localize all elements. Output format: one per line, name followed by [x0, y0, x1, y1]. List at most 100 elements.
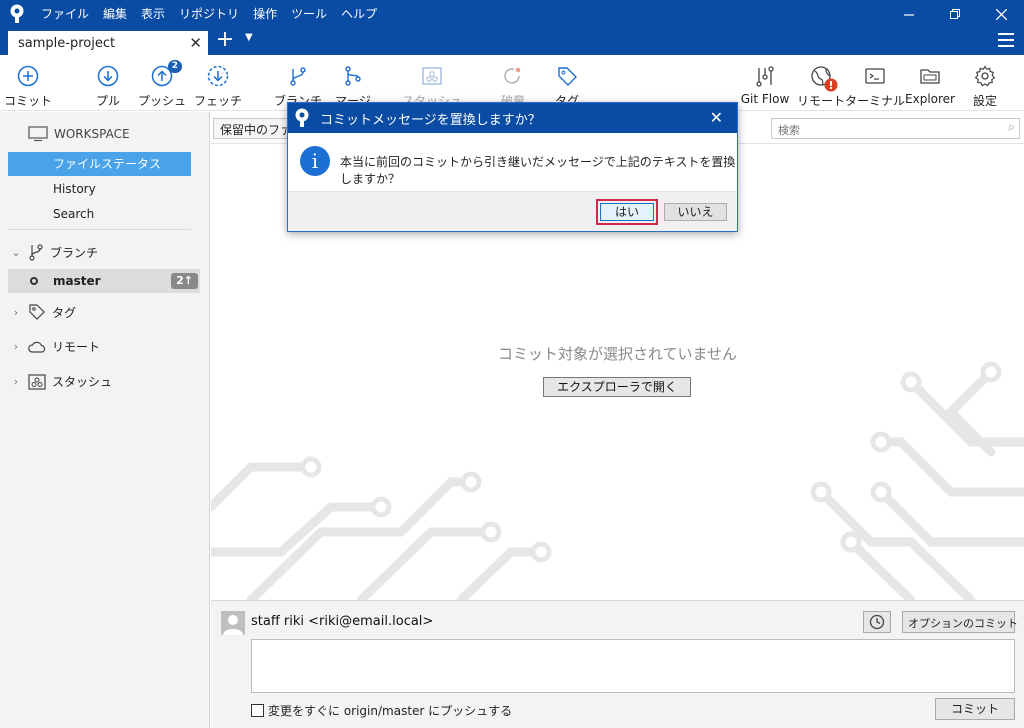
terminal-label: ターミナル: [845, 94, 906, 108]
terminal-button[interactable]: ターミナル: [845, 63, 905, 109]
commit-submit-button[interactable]: コミット: [935, 698, 1015, 720]
pull-icon: [95, 63, 121, 89]
commit-options-dropdown[interactable]: オプションのコミット ⌄: [902, 611, 1024, 633]
tab-title: sample-project: [18, 35, 116, 51]
push-count-badge: 2: [167, 60, 182, 73]
branch-item-master[interactable]: master 2↑: [8, 269, 200, 293]
dialog-close-icon[interactable]: ✕: [710, 108, 723, 127]
push-immediately-label: 変更をすぐに origin/master にプッシュする: [268, 704, 513, 718]
title-bar: ファイル 編集 表示 リポジトリ 操作 ツール ヘルプ: [0, 0, 1024, 28]
explorer-button[interactable]: Explorer: [905, 63, 955, 109]
gitflow-label: Git Flow: [740, 92, 790, 106]
stash-icon: [28, 373, 46, 390]
pull-label: プル: [95, 94, 120, 108]
info-icon: i: [300, 146, 330, 176]
commit-button[interactable]: コミット: [4, 63, 52, 109]
tags-label: タグ: [52, 305, 77, 320]
stash-icon: [419, 63, 445, 89]
menu-bar: ファイル 編集 表示 リポジトリ 操作 ツール ヘルプ: [34, 0, 384, 28]
push-label: プッシュ: [138, 94, 187, 108]
menu-repository[interactable]: リポジトリ: [172, 0, 246, 28]
sourcetree-logo-icon: [0, 0, 34, 28]
search-input[interactable]: 検索 ⌕: [771, 118, 1020, 139]
menu-file[interactable]: ファイル: [34, 0, 96, 28]
tab-close-icon[interactable]: ✕: [189, 34, 202, 52]
remote-label: リモート: [797, 94, 846, 108]
tab-repository[interactable]: sample-project ✕: [8, 31, 208, 55]
sidebar-group-branches[interactable]: ⌄ ブランチ: [10, 243, 98, 261]
branch-icon: [285, 63, 311, 89]
push-icon: 2: [149, 60, 182, 89]
dialog-title: コミットメッセージを置換しますか？: [320, 112, 541, 128]
gear-icon: [972, 63, 998, 89]
chevron-right-icon: ›: [13, 340, 19, 353]
gitflow-button[interactable]: Git Flow: [740, 63, 790, 109]
settings-button[interactable]: 設定: [970, 63, 1000, 109]
ahead-count-badge: 2↑: [171, 273, 198, 289]
search-icon: ⌕: [1007, 120, 1015, 135]
tab-bar: sample-project ✕ + ▼: [0, 28, 1024, 55]
gitflow-icon: [752, 63, 778, 89]
alert-icon: [824, 78, 838, 92]
new-tab-icon[interactable]: +: [214, 29, 236, 53]
sidebar-item-search[interactable]: Search: [8, 202, 191, 226]
avatar: [221, 611, 245, 635]
globe-icon: [808, 63, 838, 92]
tag-icon: [29, 304, 45, 320]
tag-icon: [554, 63, 580, 89]
sidebar-item-history[interactable]: History: [8, 177, 191, 201]
fetch-icon: [205, 63, 231, 89]
dialog-body: i 本当に前回のコミットから引き継いだメッセージで上記のテキストを置換しますか？: [288, 133, 737, 191]
window-controls: [886, 0, 1024, 28]
push-immediately-option[interactable]: 変更をすぐに origin/master にプッシュする: [251, 702, 512, 719]
no-button[interactable]: いいえ: [664, 203, 727, 221]
open-in-explorer-button[interactable]: エクスプローラで開く: [543, 377, 691, 397]
current-branch-icon: [30, 277, 38, 285]
yes-button[interactable]: はい: [600, 203, 654, 221]
menu-tools[interactable]: ツール: [284, 0, 334, 28]
chevron-down-icon: ⌄: [11, 245, 21, 259]
fetch-button[interactable]: フェッチ: [194, 63, 242, 109]
push-immediately-checkbox[interactable]: [251, 704, 264, 717]
remotes-label: リモート: [52, 340, 101, 354]
sidebar-item-file-status[interactable]: ファイルステータス: [8, 152, 191, 176]
commit-author: staff riki <riki@email.local>: [251, 614, 434, 629]
commit-history-button[interactable]: [863, 611, 891, 633]
close-window-icon[interactable]: [978, 0, 1024, 28]
workspace-label: WORKSPACE: [54, 127, 130, 141]
hamburger-menu-icon[interactable]: [998, 33, 1014, 47]
sidebar-group-stashes[interactable]: › スタッシュ: [10, 373, 112, 390]
dialog-footer: はい いいえ: [288, 191, 737, 231]
settings-label: 設定: [972, 94, 997, 108]
fetch-label: フェッチ: [194, 94, 243, 108]
commit-label: コミット: [4, 94, 53, 108]
workspace-header: WORKSPACE: [28, 126, 130, 142]
chevron-right-icon: ›: [13, 305, 19, 319]
menu-help[interactable]: ヘルプ: [334, 0, 384, 28]
explorer-label: Explorer: [905, 92, 955, 106]
remote-button[interactable]: リモート: [797, 63, 845, 109]
sidebar-group-remotes[interactable]: › リモート: [10, 338, 100, 355]
commit-message-input[interactable]: [251, 639, 1015, 693]
push-button[interactable]: 2 プッシュ: [138, 60, 186, 109]
tab-dropdown-icon[interactable]: ▼: [245, 32, 253, 43]
folder-icon: [917, 63, 943, 89]
menu-view[interactable]: 表示: [134, 0, 172, 28]
commit-icon: [15, 63, 41, 89]
commit-options-label: オプションのコミット: [908, 617, 1018, 630]
dialog-title-bar: コミットメッセージを置換しますか？ ✕: [288, 103, 737, 133]
sourcetree-logo-icon: [295, 108, 309, 127]
pull-button[interactable]: プル: [94, 63, 122, 109]
minimize-icon[interactable]: [886, 0, 932, 28]
commit-panel: staff riki <riki@email.local> オプションのコミット…: [211, 600, 1024, 728]
sidebar-group-tags[interactable]: › タグ: [10, 303, 76, 321]
search-placeholder: 検索: [778, 124, 800, 137]
terminal-icon: [862, 63, 888, 89]
replace-message-dialog: コミットメッセージを置換しますか？ ✕ i 本当に前回のコミットから引き継いだメ…: [287, 102, 738, 232]
restore-icon[interactable]: [932, 0, 978, 28]
menu-actions[interactable]: 操作: [246, 0, 284, 28]
branches-label: ブランチ: [50, 245, 99, 260]
discard-icon: [500, 63, 526, 89]
menu-edit[interactable]: 編集: [96, 0, 134, 28]
chevron-right-icon: ›: [13, 375, 19, 388]
